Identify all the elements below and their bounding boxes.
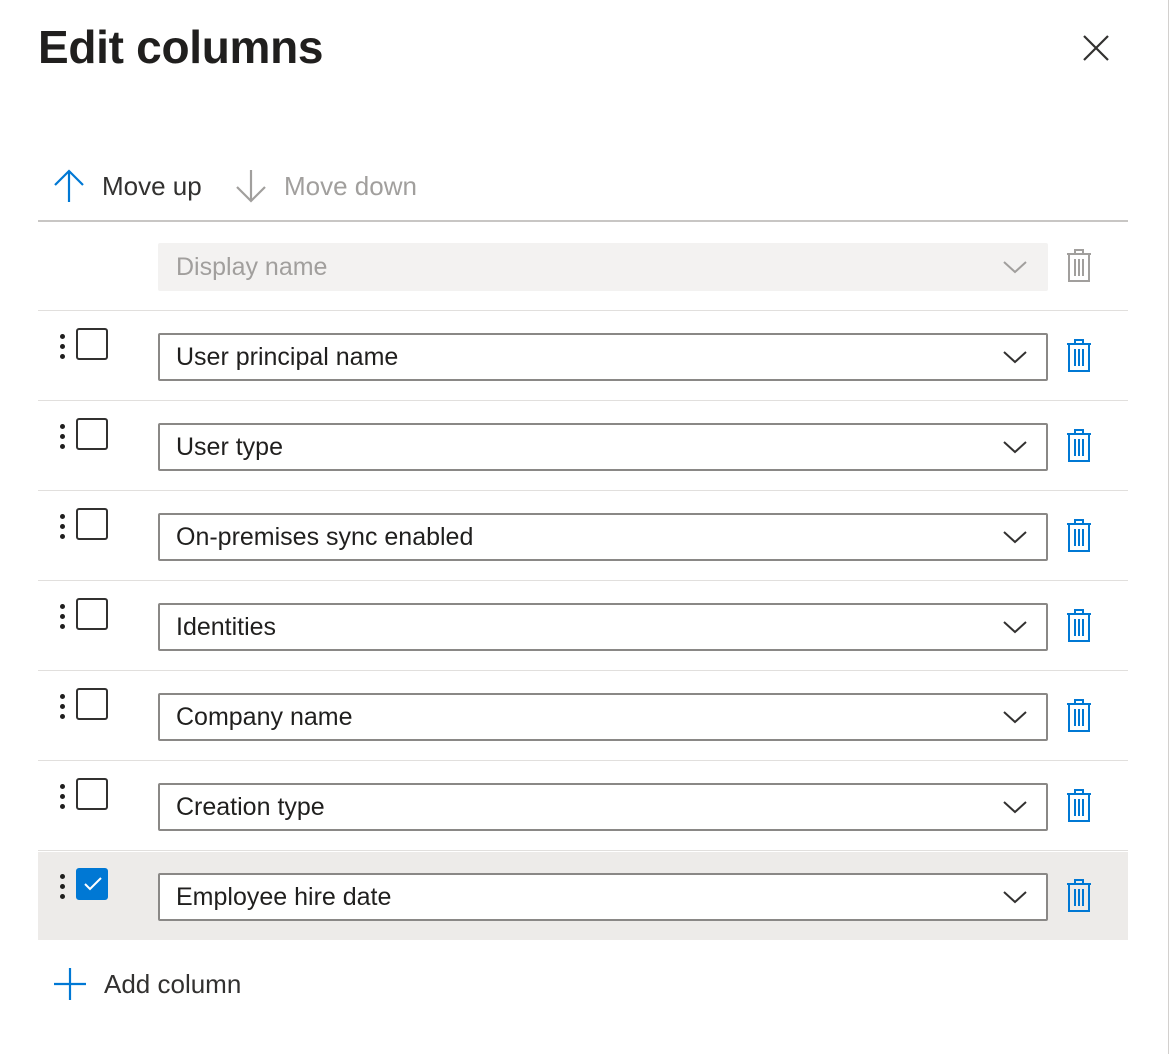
chevron-down-icon (1003, 531, 1027, 544)
move-up-button[interactable]: Move up (52, 160, 202, 212)
column-dropdown[interactable]: Employee hire date (158, 873, 1048, 921)
delete-column-button[interactable] (1064, 338, 1094, 374)
chevron-down-icon (1003, 891, 1027, 904)
panel-title: Edit columns (38, 21, 324, 73)
dropdown-value: User type (176, 433, 283, 461)
dropdown-value: User principal name (176, 343, 399, 371)
trash-icon (1067, 249, 1091, 282)
checkmark-icon (84, 877, 102, 891)
trash-icon (1067, 789, 1091, 822)
trash-icon (1067, 879, 1091, 912)
column-row: Creation type (38, 762, 1128, 851)
chevron-down-icon (1003, 621, 1027, 634)
delete-column-button[interactable] (1064, 788, 1094, 824)
column-dropdown[interactable]: User type (158, 423, 1048, 471)
row-checkbox[interactable] (76, 868, 108, 900)
column-row: User principal name (38, 312, 1128, 401)
drag-handle-icon[interactable] (60, 874, 68, 904)
trash-icon (1067, 519, 1091, 552)
column-dropdown[interactable]: Company name (158, 693, 1048, 741)
fixed-column-row: Display name (38, 222, 1128, 311)
drag-handle-icon[interactable] (60, 424, 68, 454)
chevron-down-icon (1003, 711, 1027, 724)
column-row: Employee hire date (38, 852, 1128, 940)
edit-columns-panel: Edit columns Move up Move down Display n… (0, 0, 1169, 1054)
delete-column-button[interactable] (1064, 878, 1094, 914)
drag-handle-icon[interactable] (60, 514, 68, 544)
trash-icon (1067, 609, 1091, 642)
delete-button-disabled (1064, 248, 1094, 284)
row-checkbox[interactable] (76, 598, 108, 630)
trash-icon (1067, 429, 1091, 462)
close-icon (1083, 35, 1109, 61)
add-column-button[interactable]: Add column (52, 956, 241, 1012)
row-checkbox[interactable] (76, 418, 108, 450)
close-button[interactable] (1076, 28, 1116, 68)
arrow-up-icon (54, 169, 84, 202)
column-row: On-premises sync enabled (38, 492, 1128, 581)
chevron-down-icon (1003, 261, 1027, 274)
column-dropdown[interactable]: Identities (158, 603, 1048, 651)
row-checkbox[interactable] (76, 508, 108, 540)
move-down-label: Move down (284, 170, 417, 201)
column-row: User type (38, 402, 1128, 491)
dropdown-value: On-premises sync enabled (176, 523, 474, 551)
drag-handle-icon[interactable] (60, 694, 68, 724)
dropdown-value: Company name (176, 703, 353, 731)
dropdown-value: Employee hire date (176, 883, 392, 911)
delete-column-button[interactable] (1064, 608, 1094, 644)
row-checkbox[interactable] (76, 688, 108, 720)
delete-column-button[interactable] (1064, 518, 1094, 554)
delete-column-button[interactable] (1064, 698, 1094, 734)
move-up-label: Move up (102, 170, 202, 201)
display-name-dropdown: Display name (158, 243, 1048, 291)
add-column-label: Add column (104, 968, 242, 999)
column-row: Identities (38, 582, 1128, 671)
plus-icon (54, 968, 86, 1000)
column-dropdown[interactable]: On-premises sync enabled (158, 513, 1048, 561)
chevron-down-icon (1003, 351, 1027, 364)
chevron-down-icon (1003, 801, 1027, 814)
drag-handle-icon[interactable] (60, 784, 68, 814)
dropdown-value: Creation type (176, 793, 325, 821)
dropdown-value: Display name (176, 253, 328, 281)
chevron-down-icon (1003, 441, 1027, 454)
trash-icon (1067, 339, 1091, 372)
dropdown-value: Identities (176, 613, 277, 641)
column-row: Company name (38, 672, 1128, 761)
row-checkbox[interactable] (76, 328, 108, 360)
column-dropdown[interactable]: Creation type (158, 783, 1048, 831)
row-checkbox[interactable] (76, 778, 108, 810)
delete-column-button[interactable] (1064, 428, 1094, 464)
toolbar: Move up Move down (38, 160, 1128, 222)
drag-handle-icon[interactable] (60, 334, 68, 364)
column-dropdown[interactable]: User principal name (158, 333, 1048, 381)
trash-icon (1067, 699, 1091, 732)
drag-handle-icon[interactable] (60, 604, 68, 634)
arrow-down-icon (236, 170, 266, 203)
move-down-button[interactable]: Move down (234, 160, 417, 212)
